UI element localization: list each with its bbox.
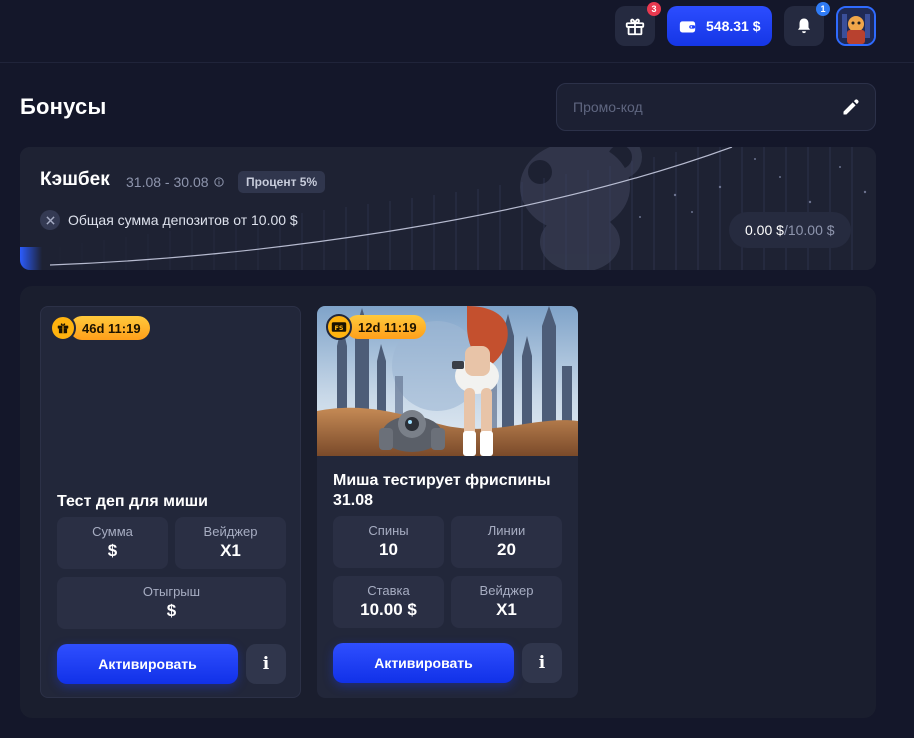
stat-label: Ставка bbox=[367, 583, 410, 598]
bonus-name-line1: Миша тестирует фриспины bbox=[333, 472, 551, 489]
bonus-cards-panel: 46d 11:19 Тест деп для миши Сумма $ Вейд… bbox=[20, 286, 876, 718]
stat-label: Линии bbox=[487, 523, 526, 538]
stat-label: Вейджер bbox=[479, 583, 534, 598]
top-bar: 3 548.31 $ 1 bbox=[0, 0, 914, 63]
stat-wagering: Отыгрыш $ bbox=[57, 577, 286, 629]
wallet-icon bbox=[679, 20, 696, 32]
cashback-background bbox=[20, 147, 876, 270]
stat-wager: Вейджер X1 bbox=[451, 576, 562, 628]
promo-code-input[interactable] bbox=[573, 99, 813, 115]
stat-bet: Ставка 10.00 $ bbox=[333, 576, 444, 628]
stat-label: Вейджер bbox=[203, 524, 258, 539]
avatar-image bbox=[838, 8, 874, 44]
bonus-timer-text: 12d 11:19 bbox=[346, 315, 426, 339]
promo-code-field bbox=[556, 83, 876, 131]
cashback-condition: Общая сумма депозитов от 10.00 $ bbox=[40, 210, 298, 230]
bonus-timer-text: 46d 11:19 bbox=[70, 316, 150, 340]
cashback-target-amount: /10.00 $ bbox=[783, 222, 835, 238]
stat-lines: Линии 20 bbox=[451, 516, 562, 568]
stat-value: X1 bbox=[220, 541, 241, 560]
cashback-progress-pill: 0.00 $ /10.00 $ bbox=[729, 212, 851, 248]
stat-value: $ bbox=[107, 541, 118, 560]
close-icon bbox=[40, 210, 60, 230]
gift-badge: 3 bbox=[647, 2, 661, 16]
bonus-name: Тест деп для миши bbox=[57, 493, 208, 510]
cashback-dates: 31.08 - 30.08 bbox=[126, 174, 224, 190]
stat-value: 10.00 $ bbox=[360, 600, 417, 619]
cashback-date-range: 31.08 - 30.08 bbox=[126, 174, 209, 190]
info-button[interactable]: i bbox=[522, 643, 562, 683]
info-circle-icon[interactable] bbox=[213, 177, 224, 187]
freespins-icon-label: FS bbox=[335, 324, 344, 332]
stat-value: 10 bbox=[379, 540, 398, 559]
stat-amount: Сумма $ bbox=[57, 517, 168, 569]
stat-wager: Вейджер X1 bbox=[175, 517, 286, 569]
bell-icon bbox=[798, 18, 810, 34]
notifications-badge: 1 bbox=[816, 2, 830, 16]
activate-button[interactable]: Активировать bbox=[57, 644, 238, 684]
stat-label: Сумма bbox=[92, 524, 133, 539]
cashback-panel: Кэшбек 31.08 - 30.08 Процент 5% Общая су… bbox=[20, 147, 876, 270]
bonus-card: 46d 11:19 Тест деп для миши Сумма $ Вейд… bbox=[40, 306, 301, 698]
activate-button[interactable]: Активировать bbox=[333, 643, 514, 683]
page-title: Бонусы bbox=[20, 94, 107, 119]
stat-spins: Спины 10 bbox=[333, 516, 444, 568]
gift-icon bbox=[50, 315, 76, 341]
wallet-button[interactable]: 548.31 $ bbox=[667, 6, 772, 46]
avatar[interactable] bbox=[836, 6, 876, 46]
balance-amount: 548.31 $ bbox=[706, 18, 761, 34]
bonus-name: Миша тестирует фриспины 31.08 bbox=[333, 471, 563, 511]
bonus-timer: 46d 11:19 bbox=[50, 315, 150, 341]
bonus-name-line2: 31.08 bbox=[333, 492, 374, 509]
notifications-button[interactable]: 1 bbox=[784, 2, 830, 46]
bonus-timer: FS 12d 11:19 bbox=[326, 314, 426, 340]
cashback-condition-text: Общая сумма депозитов от 10.00 $ bbox=[68, 212, 298, 228]
freespins-icon: FS bbox=[326, 314, 352, 340]
stat-value: $ bbox=[166, 601, 177, 620]
gift-icon bbox=[625, 18, 645, 36]
cashback-current-amount: 0.00 $ bbox=[745, 222, 784, 238]
stat-value: X1 bbox=[496, 600, 517, 619]
cashback-percent-tag: Процент 5% bbox=[238, 171, 326, 193]
info-button[interactable]: i bbox=[246, 644, 286, 684]
cashback-title: Кэшбек bbox=[40, 169, 110, 190]
gift-button[interactable]: 3 bbox=[615, 2, 661, 46]
stat-label: Отыгрыш bbox=[142, 584, 201, 599]
pencil-icon[interactable] bbox=[841, 97, 861, 117]
stat-label: Спины bbox=[368, 523, 409, 538]
stat-value: 20 bbox=[497, 540, 516, 559]
bonus-card: FS 12d 11:19 Миша тестирует фриспины 31.… bbox=[317, 306, 578, 698]
